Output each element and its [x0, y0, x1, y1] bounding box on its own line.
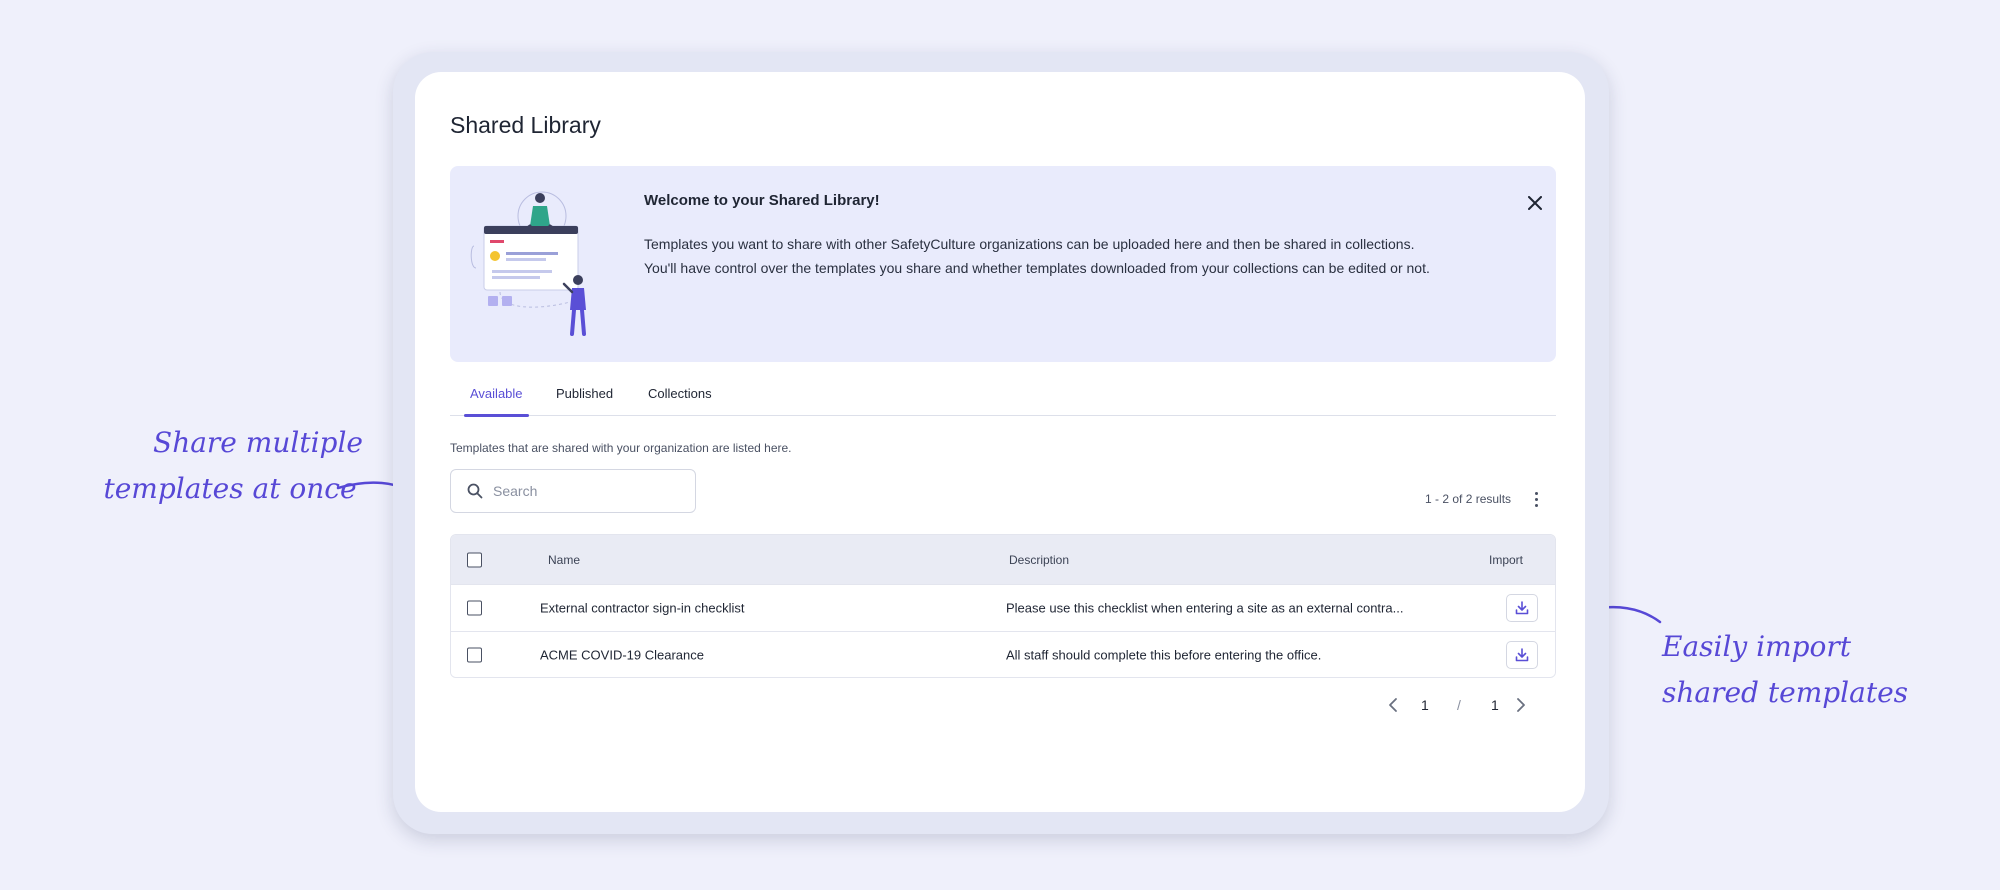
chevron-left-icon: [1389, 698, 1397, 712]
banner-paragraph: You'll have control over the templates y…: [644, 260, 1430, 276]
template-name: ACME COVID-19 Clearance: [540, 647, 704, 663]
banner-body: Templates you want to share with other S…: [644, 232, 1524, 280]
column-header-import: Import: [1489, 552, 1524, 567]
table-row[interactable]: ACME COVID-19 Clearance All staff should…: [451, 631, 1555, 677]
results-count: 1 - 2 of 2 results: [1425, 492, 1512, 506]
next-page-button[interactable]: [1511, 692, 1531, 718]
select-all-checkbox[interactable]: [467, 552, 482, 567]
tab-bar: Available Published Collections: [450, 372, 1556, 417]
banner-title: Welcome to your Shared Library!: [644, 192, 880, 209]
previous-page-button[interactable]: [1383, 692, 1403, 718]
tab-collections[interactable]: Collections: [648, 372, 712, 416]
download-icon: [1515, 601, 1529, 615]
table-row[interactable]: External contractor sign-in checklist Pl…: [451, 584, 1555, 631]
download-icon: [1515, 648, 1529, 662]
app-screen: Shared Library Welcome to your Shared Li…: [415, 72, 1585, 812]
current-page: 1: [1421, 697, 1429, 713]
welcome-banner: Welcome to your Shared Library! Template…: [450, 166, 1556, 362]
column-header-name: Name: [548, 552, 581, 567]
search-box[interactable]: [450, 469, 696, 513]
chevron-right-icon: [1517, 698, 1525, 712]
page-title: Shared Library: [450, 112, 601, 138]
banner-paragraph: Templates you want to share with other S…: [644, 236, 1415, 252]
tab-available[interactable]: Available: [464, 372, 529, 417]
import-button[interactable]: [1506, 641, 1538, 669]
tab-published[interactable]: Published: [556, 372, 613, 416]
row-checkbox[interactable]: [467, 600, 482, 616]
search-input[interactable]: [493, 483, 683, 499]
tablet-frame: Shared Library Welcome to your Shared Li…: [393, 52, 1609, 834]
banner-close-button[interactable]: [1522, 190, 1548, 216]
page-separator: /: [1457, 697, 1461, 713]
templates-table: Name Description Import External contrac…: [450, 534, 1556, 678]
column-header-description: Description: [1009, 552, 1070, 567]
template-description: All staff should complete this before en…: [1006, 647, 1322, 663]
template-description: Please use this checklist when entering …: [1006, 600, 1404, 616]
total-pages: 1: [1491, 697, 1499, 713]
table-header: Name Description Import: [451, 535, 1555, 584]
close-icon: [1528, 196, 1542, 210]
intro-text: Templates that are shared with your orga…: [450, 441, 792, 455]
shared-library-illustration: [470, 191, 586, 336]
more-options-icon[interactable]: [1530, 488, 1542, 510]
import-button[interactable]: [1506, 594, 1538, 622]
template-name: External contractor sign-in checklist: [540, 600, 745, 616]
row-checkbox[interactable]: [467, 647, 482, 663]
search-icon: [467, 483, 483, 499]
